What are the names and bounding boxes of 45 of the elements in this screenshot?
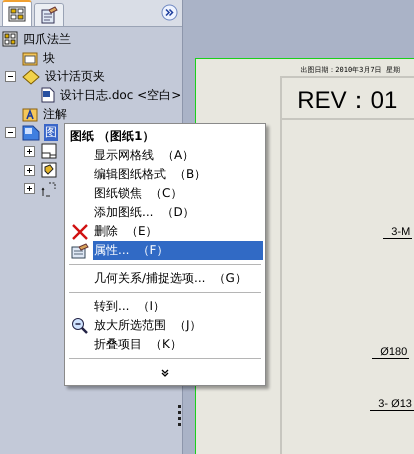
menu-item[interactable]: 属性... （F） xyxy=(67,241,263,260)
menu-header: 图纸 （图纸1） xyxy=(69,128,156,145)
menu-item[interactable]: 图纸锁焦 （C） xyxy=(67,184,263,203)
menu-item[interactable]: 放大所选范围 （J） xyxy=(67,316,263,335)
properties-icon xyxy=(71,242,89,258)
expand-toggle[interactable] xyxy=(5,127,16,138)
expand-toggle[interactable] xyxy=(24,146,35,157)
tree-item[interactable]: 注解 xyxy=(42,106,68,123)
menu-item[interactable]: 添加图纸... （D） xyxy=(67,203,263,222)
panel-tab[interactable] xyxy=(2,0,32,26)
double-chevron-icon xyxy=(161,369,169,377)
sheet-icon xyxy=(22,124,40,141)
expand-toggle[interactable] xyxy=(5,71,16,82)
annotation-folder-icon xyxy=(22,106,38,122)
menu-item[interactable]: 删除 （E） xyxy=(67,222,263,241)
binder-icon xyxy=(22,68,40,85)
clipboard-icon xyxy=(40,6,58,24)
dimension-label: 3-M xyxy=(383,226,412,239)
splitter-handle[interactable] xyxy=(178,405,182,426)
expand-button[interactable] xyxy=(161,4,178,21)
menu-item[interactable]: 编辑图纸格式 （B） xyxy=(67,165,263,184)
dimension-label: 3- Ø13 xyxy=(370,398,414,411)
sheet-format-icon xyxy=(41,143,57,160)
delete-icon xyxy=(71,222,89,240)
tree-icon xyxy=(8,6,26,22)
panel-tab[interactable] xyxy=(34,3,64,26)
menu-item[interactable]: 几何关系/捕捉选项... （G） xyxy=(67,269,263,288)
menu-item[interactable]: 折叠项目 （K） xyxy=(67,335,263,354)
drawing-view-icon xyxy=(41,162,57,178)
dimension-label: Ø180 xyxy=(372,346,410,359)
menu-item[interactable]: 显示网格线 （A） xyxy=(67,146,263,165)
revision-text: REV：01 xyxy=(297,86,398,116)
part-icon xyxy=(2,31,18,48)
tree-item[interactable]: 设计活页夹 xyxy=(44,68,106,86)
document-icon xyxy=(41,87,55,104)
relations-icon xyxy=(41,180,57,197)
expand-toggle[interactable] xyxy=(24,183,35,194)
menu-item[interactable]: 转到... （I） xyxy=(67,297,263,316)
tree-item[interactable]: 图 xyxy=(44,124,58,142)
tree-item[interactable]: 块 xyxy=(42,50,56,67)
tree-item[interactable]: 设计日志.doc <空白> xyxy=(59,86,182,104)
folder-icon xyxy=(22,50,38,66)
expand-toggle[interactable] xyxy=(24,164,35,176)
zoom-icon xyxy=(71,316,89,334)
tree-item[interactable]: 四爪法兰 xyxy=(22,30,72,48)
